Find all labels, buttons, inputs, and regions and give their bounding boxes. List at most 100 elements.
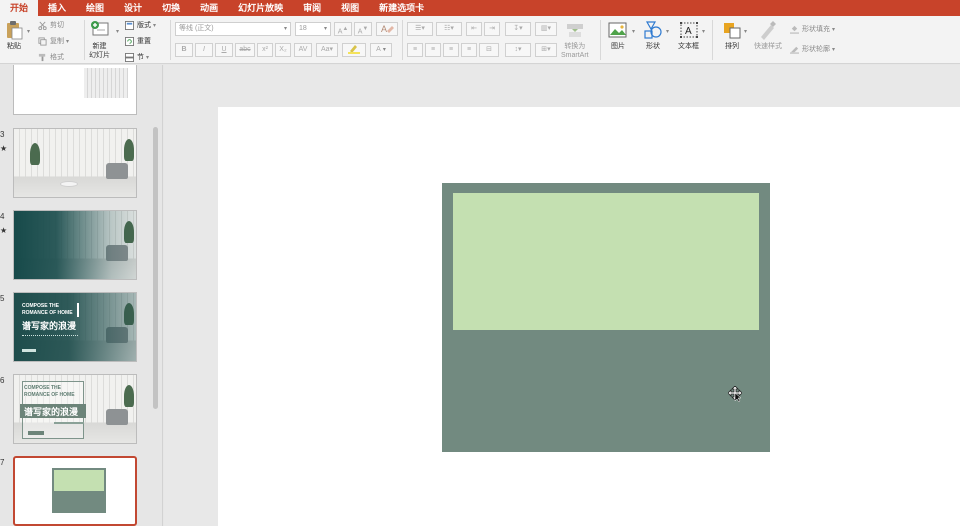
new-slide-dropdown[interactable]: ▾ [116,28,119,35]
convert-smartart-button[interactable]: 转换为 SmartArt [561,20,589,60]
paste-button[interactable]: 粘贴 [4,20,24,51]
strikethrough-button[interactable]: abc [235,43,255,57]
tab-new[interactable]: 新建选项卡 [369,0,434,16]
slide-thumbnail-3[interactable] [13,128,137,198]
subtitle-line [54,422,84,424]
small-bar [28,431,44,435]
tab-insert[interactable]: 插入 [38,0,76,16]
font-name-input[interactable]: 等线 (正文) ▾ [175,22,291,36]
layout-button[interactable]: 版式 ▾ [125,20,156,30]
thumbnail-row: 6 COMPOSE THE ROMANCE OF HOME 谱写家的浪漫 [0,374,160,444]
tab-transitions[interactable]: 切换 [152,0,190,16]
shrink-font-button[interactable]: A▼ [354,22,372,36]
arrange-dropdown[interactable]: ▾ [744,28,747,35]
cut-button[interactable]: 剪切 [38,20,64,30]
thumbnail-row: 5 COMPOSE THE ROMANCE OF HOME 谱写家的浪漫 [0,292,160,362]
font-color-label: A [376,46,381,53]
quick-styles-button[interactable]: 快速样式 [754,20,782,51]
grow-font-button[interactable]: A▲ [334,22,352,36]
tab-draw[interactable]: 绘图 [76,0,114,16]
reset-label: 重置 [137,38,151,45]
picture-dropdown[interactable]: ▾ [632,28,635,35]
align-left-button[interactable]: ≡ [407,43,423,57]
clear-format-button[interactable]: A [376,22,398,36]
change-case-button[interactable]: Aa▾ [316,43,338,57]
bold-button[interactable]: B [175,43,193,57]
slide-thumbnail-5[interactable]: COMPOSE THE ROMANCE OF HOME 谱写家的浪漫 [13,292,137,362]
thumbnail-image [84,68,128,98]
pen-icon [790,46,799,54]
shape-fill-button[interactable]: 形状填充 ▾ [790,24,835,34]
thumbnail-row [0,65,160,115]
highlight-button[interactable] [342,43,366,57]
line-spacing-button[interactable]: ↕▾ [505,43,531,57]
bullets-button[interactable]: ☰▾ [407,22,433,36]
columns-button[interactable]: ▥▾ [535,22,557,36]
italic-button[interactable]: I [195,43,213,57]
thumbnail-chinese-title: 谱写家的浪漫 [22,321,77,331]
shape-dropdown[interactable]: ▾ [666,28,669,35]
textbox-icon: A [679,22,698,38]
distribute-button[interactable]: ⊟ [479,43,499,57]
align-right-button[interactable]: ≡ [443,43,459,57]
slide-number: 4 [0,212,5,221]
svg-text:A: A [685,26,692,37]
textbox-dropdown[interactable]: ▾ [702,28,705,35]
new-slide-button[interactable]: 新建 幻灯片 [89,20,110,60]
thumbnail-title: COMPOSE THE ROMANCE OF HOME [24,385,75,398]
underline-button[interactable]: U [215,43,233,57]
numbering-button[interactable]: ☷▾ [436,22,462,36]
tab-animations[interactable]: 动画 [190,0,228,16]
slide-thumbnail-2[interactable] [13,65,137,115]
inner-rectangle-shape[interactable] [453,193,759,330]
textbox-button[interactable]: A 文本框 [678,20,699,51]
ribbon-separator [170,20,171,60]
text-direction-button[interactable]: ↧▾ [505,22,531,36]
tab-home[interactable]: 开始 [0,0,39,16]
cut-label: 剪切 [50,22,64,29]
font-size-input[interactable]: 18 ▾ [295,22,331,36]
new-slide-icon [90,21,108,36]
paste-dropdown[interactable]: ▾ [27,28,30,35]
section-button[interactable]: 节 ▾ [125,52,149,62]
align-center-button[interactable]: ≡ [425,43,441,57]
slide-number: 6 [0,376,5,385]
reset-button[interactable]: 重置 [125,36,151,46]
tab-slideshow[interactable]: 幻灯片放映 [228,0,293,16]
font-name-value: 等线 (正文) [179,25,214,32]
layout-label: 版式 [137,22,151,29]
slide-thumbnail-4[interactable] [13,210,137,280]
thumbnail-inner-rect [54,470,104,491]
justify-button[interactable]: ≡ [461,43,477,57]
shape-fill-label: 形状填充 [802,26,830,33]
slide-thumbnail-pane[interactable]: 3 ★ 4 ★ 5 COMPOSE THE ROMANCE OF HOME 谱写… [0,65,163,526]
picture-button[interactable]: 图片 [608,20,628,51]
slide-thumbnail-7[interactable] [13,456,137,526]
title-bar [77,303,79,317]
superscript-button[interactable]: x² [257,43,273,57]
character-spacing-button[interactable]: AV [294,43,312,57]
shape-outline-button[interactable]: 形状轮廓 ▾ [790,44,835,54]
new-slide-label: 新建 幻灯片 [89,43,110,59]
font-color-button[interactable]: A ▾ [370,43,392,57]
format-painter-button[interactable]: 格式 [38,52,64,62]
increase-indent-button[interactable]: ⇥ [484,22,500,36]
thumbnail-scrollbar[interactable] [153,127,158,409]
copy-button[interactable]: 复制 ▾ [38,36,69,46]
slide-thumbnail-6[interactable]: COMPOSE THE ROMANCE OF HOME 谱写家的浪漫 [13,374,137,444]
subscript-button[interactable]: X₂ [275,43,291,57]
menu-tabs: 开始 插入 绘图 设计 切换 动画 幻灯片放映 审阅 视图 新建选项卡 [0,0,960,16]
slide-number: 3 [0,130,5,139]
tab-review[interactable]: 审阅 [293,0,331,16]
align-text-button[interactable]: ⊞▾ [535,43,557,57]
tab-design[interactable]: 设计 [114,0,152,16]
decrease-indent-button[interactable]: ⇤ [466,22,482,36]
arrange-button[interactable]: 排列 [722,20,742,51]
thumbnail-row: 4 ★ [0,210,160,280]
tab-view[interactable]: 视图 [331,0,369,16]
shape-button[interactable]: 形状 [643,20,663,51]
arrange-icon [724,23,741,39]
plant-shape [30,143,40,165]
chair-shape [106,163,128,179]
shape-label: 形状 [646,43,660,50]
